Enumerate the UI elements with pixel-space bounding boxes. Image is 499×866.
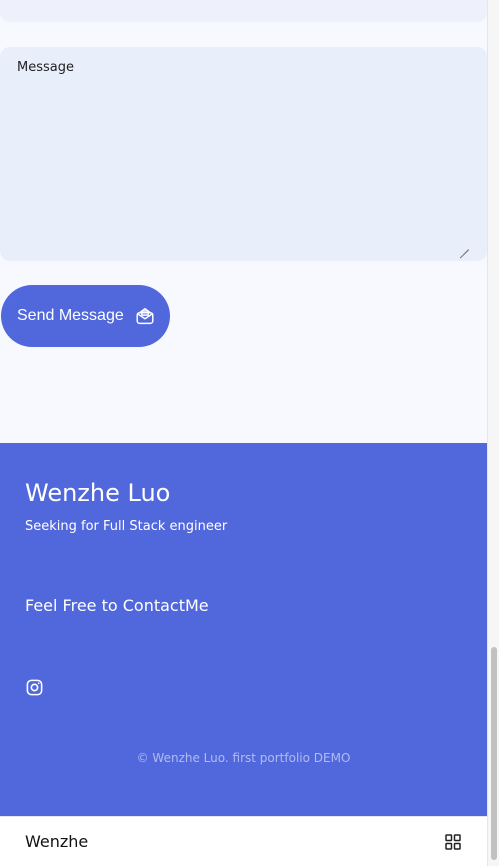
message-textarea[interactable] [0, 47, 487, 261]
bottom-nav-bar: Wenzhe [0, 816, 487, 866]
instagram-icon[interactable] [25, 678, 44, 697]
previous-input-field[interactable] [0, 0, 487, 22]
message-placeholder: Message [17, 60, 74, 75]
send-message-label: Send Message [17, 307, 124, 324]
page-viewport: Message Send Message Wenzhe Luo Seeking … [0, 0, 487, 866]
scrollbar-thumb[interactable] [491, 647, 497, 860]
footer-name: Wenzhe Luo [25, 479, 171, 507]
footer-copyright: © Wenzhe Luo. first portfolio DEMO [136, 751, 351, 765]
nav-brand-logo[interactable]: Wenzhe [25, 832, 88, 851]
scrollbar[interactable] [487, 0, 499, 866]
grid-menu-icon[interactable] [445, 834, 461, 850]
envelope-icon [134, 305, 156, 327]
send-message-button[interactable]: Send Message [1, 285, 170, 347]
site-footer: Wenzhe Luo Seeking for Full Stack engine… [0, 443, 487, 816]
textarea-resize-handle[interactable] [459, 240, 469, 250]
footer-contact-heading: Feel Free to ContactMe [25, 596, 209, 615]
footer-tagline: Seeking for Full Stack engineer [25, 519, 228, 534]
